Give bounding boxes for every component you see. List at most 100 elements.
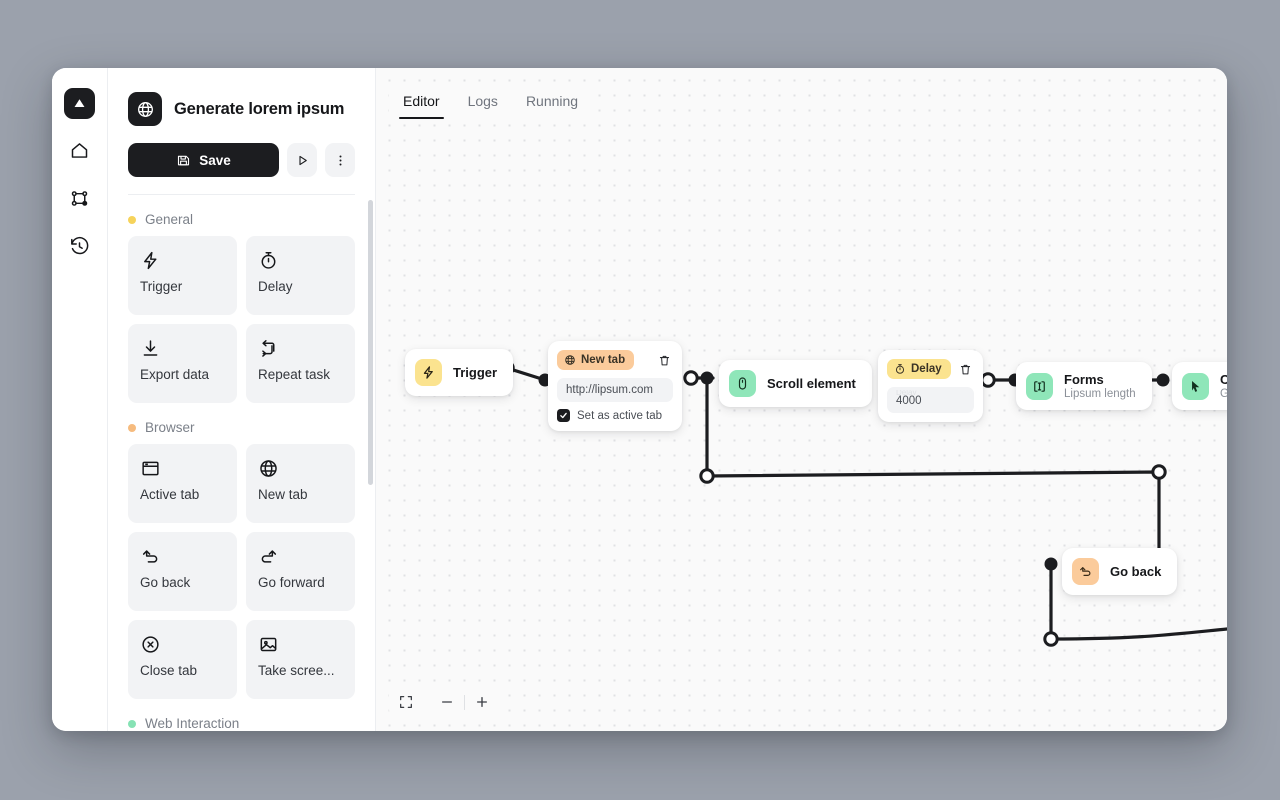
node-chip (729, 370, 756, 397)
play-icon (298, 155, 307, 165)
delete-node-button[interactable] (957, 361, 974, 378)
fit-screen-button[interactable] (389, 687, 423, 717)
delete-node-button[interactable] (656, 352, 673, 369)
panel-actions: Save (128, 143, 355, 177)
node-new-tab[interactable]: New tab http://lipsum.com Set as active … (548, 341, 682, 431)
node-go-back[interactable]: Go back (1062, 548, 1178, 595)
arrow-forward-icon (258, 545, 343, 567)
block-go-forward[interactable]: Go forward (246, 532, 355, 611)
tab-logs[interactable]: Logs (456, 85, 510, 119)
block-active-tab[interactable]: Active tab (128, 444, 237, 523)
panel-scrollbar-thumb[interactable] (368, 200, 373, 485)
circle-x-icon (140, 633, 225, 655)
node-title: Forms (1064, 372, 1104, 387)
more-vertical-icon (339, 155, 341, 165)
set-active-tab-checkbox-row[interactable]: Set as active tab (557, 409, 673, 422)
node-forms[interactable]: Forms Lipsum length (1016, 362, 1152, 410)
block-new-tab[interactable]: New tab (246, 444, 355, 523)
workflow-title: Generate lorem ipsum (174, 99, 345, 118)
group-label: Web Interaction (145, 716, 240, 731)
block-label: New tab (258, 487, 308, 502)
zoom-in-button[interactable] (465, 687, 499, 717)
blocks-scroll-region[interactable]: General Trigger Delay Export data Repeat… (108, 195, 375, 731)
node-pill: New tab (557, 350, 635, 370)
url-input[interactable]: http://lipsum.com (557, 378, 673, 402)
run-workflow-button[interactable] (287, 143, 317, 177)
block-label: Trigger (140, 279, 183, 294)
node-title: Click (1220, 372, 1227, 387)
block-export-data[interactable]: Export data (128, 324, 237, 403)
block-close-tab[interactable]: Close tab (128, 620, 237, 699)
download-icon (140, 337, 225, 359)
node-chip (1182, 372, 1209, 400)
panel-header: Generate lorem ipsum Save (108, 68, 375, 195)
block-trigger[interactable]: Trigger (128, 236, 237, 315)
zoom-group (430, 687, 499, 717)
node-header: New tab (557, 350, 673, 370)
stopwatch-icon (895, 364, 905, 374)
app-logo[interactable] (64, 88, 95, 119)
image-icon (258, 633, 343, 655)
repeat-icon (258, 337, 343, 359)
lightning-bolt-icon (140, 249, 225, 271)
node-delay[interactable]: Delay Delay 4000 (878, 350, 983, 422)
tab-label: Editor (403, 93, 440, 109)
block-label: Export data (140, 367, 210, 382)
history-clock-icon (71, 236, 89, 254)
block-label: Repeat task (258, 367, 331, 382)
block-label: Active tab (140, 487, 200, 502)
checkbox[interactable] (557, 409, 570, 422)
group-label: Browser (145, 420, 195, 435)
zoom-controls (389, 687, 499, 717)
workflow-title-row: Generate lorem ipsum (128, 92, 355, 126)
block-label: Go back (140, 575, 191, 590)
rail-item-history[interactable] (63, 229, 97, 263)
node-click[interactable]: Click Gene (1172, 362, 1227, 410)
block-label: Take scree... (258, 663, 335, 678)
globe-icon (565, 355, 575, 365)
save-button-label: Save (199, 152, 231, 168)
block-go-back[interactable]: Go back (128, 532, 237, 611)
globe-icon (258, 457, 343, 479)
lightning-bolt-icon (423, 366, 433, 379)
node-scroll-element[interactable]: Scroll element (719, 360, 872, 407)
workflow-icon (128, 92, 162, 126)
block-group-web-interaction: Web Interaction (128, 716, 355, 731)
tab-editor[interactable]: Editor (391, 85, 452, 119)
trash-icon (659, 355, 670, 365)
rail-item-home[interactable] (63, 133, 97, 167)
node-header: Delay (887, 359, 974, 379)
block-take-screenshot[interactable]: Take scree... (246, 620, 355, 699)
node-trigger[interactable]: Trigger (405, 349, 514, 396)
form-input-icon (1034, 380, 1045, 392)
tab-label: Running (525, 93, 579, 109)
delay-input[interactable]: Delay 4000 (887, 387, 974, 413)
group-dot-browser (128, 423, 136, 432)
node-title: Go back (1110, 564, 1162, 579)
node-chip (1026, 372, 1053, 400)
workflow-canvas[interactable]: Editor Logs Running Trigger New tab http… (376, 68, 1227, 731)
tab-running[interactable]: Running (514, 85, 590, 119)
block-group-general: General (128, 212, 355, 227)
block-delay[interactable]: Delay (246, 236, 355, 315)
node-chip (1072, 558, 1099, 585)
zoom-out-button[interactable] (430, 687, 464, 717)
save-button[interactable]: Save (128, 143, 279, 177)
node-pill-label: Delay (911, 363, 942, 375)
fit-screen-icon (400, 696, 412, 708)
globe-icon (137, 101, 153, 117)
app-window: Generate lorem ipsum Save General Trigge… (52, 68, 1227, 731)
stopwatch-icon (258, 249, 343, 271)
rail-item-workflows[interactable] (63, 181, 97, 215)
node-chip (415, 359, 442, 386)
block-group-browser: Browser (128, 420, 355, 435)
block-label: Close tab (140, 663, 198, 678)
cursor-click-icon (1192, 380, 1200, 392)
more-options-button[interactable] (325, 143, 355, 177)
block-repeat-task[interactable]: Repeat task (246, 324, 355, 403)
icon-rail (52, 68, 108, 731)
checkbox-label: Set as active tab (577, 409, 663, 422)
save-disk-icon (178, 155, 190, 165)
node-subtitle: Lipsum length (1064, 388, 1136, 400)
node-pill: Delay (887, 359, 951, 379)
